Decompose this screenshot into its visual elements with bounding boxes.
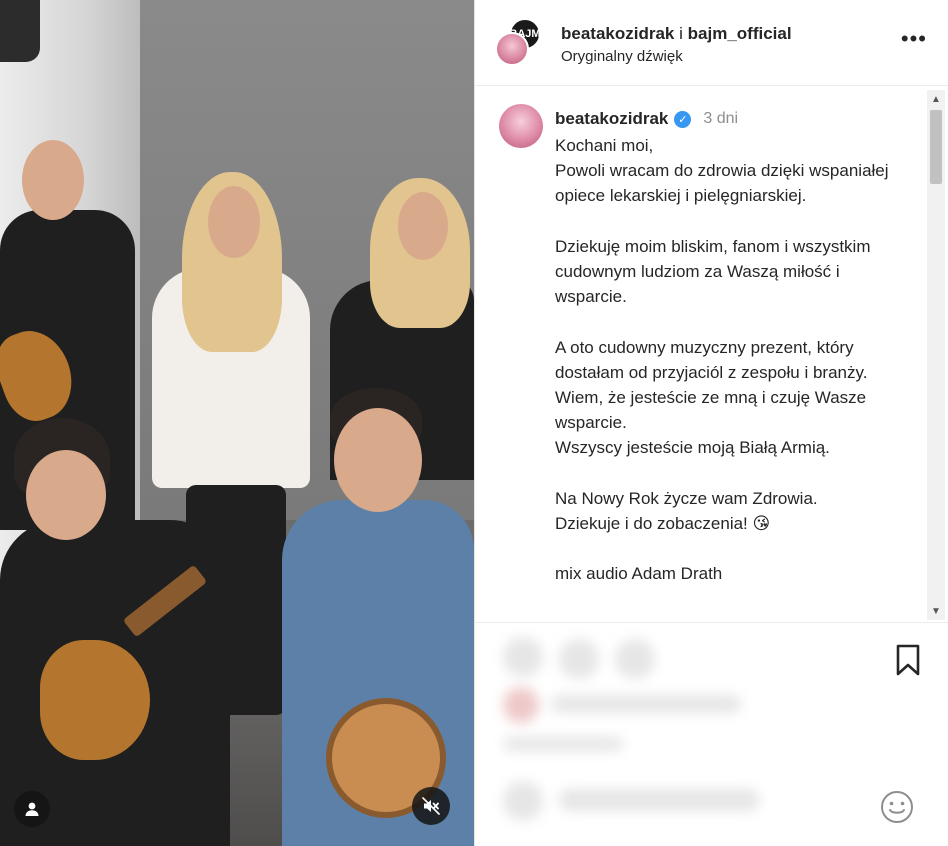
- post-actions: [475, 622, 948, 846]
- blurred-liker-avatar: [503, 687, 539, 723]
- singer-right-face: [398, 192, 448, 260]
- tagged-users-button[interactable]: [14, 791, 50, 827]
- caption-text: Kochani moi, Powoli wracam do zdrowia dz…: [555, 136, 889, 584]
- blurred-likes-text: [551, 695, 741, 713]
- username-link[interactable]: beatakozidrak: [561, 24, 674, 43]
- emoji-icon: [881, 791, 913, 823]
- collab-avatars[interactable]: BAJM: [495, 18, 541, 68]
- more-icon: •••: [900, 26, 927, 51]
- post-timestamp[interactable]: 3 dni: [703, 110, 738, 128]
- username-link[interactable]: bajm_official: [688, 24, 792, 43]
- blurred-share-icon: [615, 639, 655, 679]
- bookmark-icon: [896, 644, 920, 676]
- blurred-comment-input: [559, 789, 759, 811]
- drummer-face: [334, 408, 422, 512]
- caption-username[interactable]: beatakozidrak: [555, 109, 668, 129]
- audio-link[interactable]: Oryginalny dźwięk: [561, 48, 683, 65]
- collab-usernames: beatakozidrak i bajm_official: [561, 24, 792, 44]
- user-icon: [25, 802, 39, 816]
- beata-avatar: [495, 32, 529, 66]
- blurred-emoji-icon: [503, 781, 543, 821]
- blurred-like-icon: [503, 637, 543, 677]
- singer-face: [208, 186, 260, 258]
- video-lamp: [0, 0, 40, 62]
- blurred-date-text: [503, 737, 623, 751]
- post-sidebar: BAJM beatakozidrak i bajm_official Orygi…: [474, 0, 948, 846]
- verified-badge-icon: ✓: [674, 110, 692, 128]
- scrollbar-thumb[interactable]: [930, 110, 942, 184]
- caption-header: beatakozidrak ✓ 3 dni: [555, 109, 738, 129]
- ukulele: [40, 640, 150, 760]
- save-button[interactable]: [893, 643, 923, 677]
- caption-avatar[interactable]: [499, 104, 543, 148]
- muted-speaker-icon: [422, 797, 440, 815]
- musician-front-face: [26, 450, 106, 540]
- scroll-up-arrow-icon[interactable]: ▲: [927, 90, 945, 108]
- video-player[interactable]: [0, 0, 474, 846]
- mute-toggle-button[interactable]: [412, 787, 450, 825]
- blurred-comment-icon: [559, 639, 599, 679]
- more-options-button[interactable]: •••: [901, 28, 927, 50]
- post-header: BAJM beatakozidrak i bajm_official Orygi…: [475, 0, 948, 86]
- scroll-down-arrow-icon[interactable]: ▼: [927, 602, 945, 620]
- emoji-picker-button[interactable]: [879, 789, 915, 825]
- musician-head: [22, 140, 84, 220]
- caption-section: beatakozidrak ✓ 3 dni Kochani moi, Powol…: [475, 87, 948, 621]
- username-separator: i: [679, 24, 683, 43]
- caption-scrollbar[interactable]: ▲ ▼: [927, 90, 945, 620]
